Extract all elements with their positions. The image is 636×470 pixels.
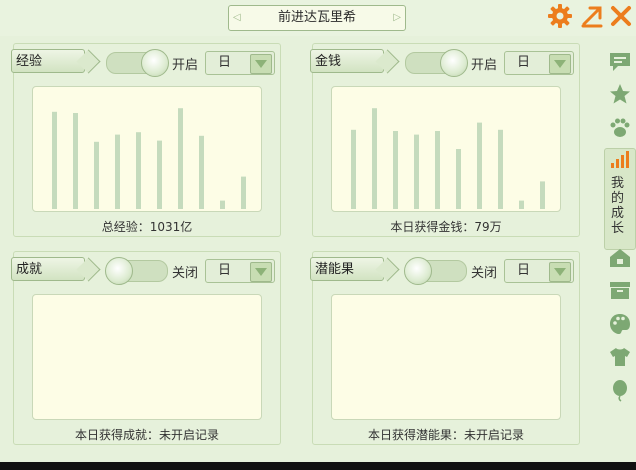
experience-card: 经验 开启 日 总经验：1031亿 <box>11 43 281 237</box>
money-toggle-label: 开启 <box>471 58 498 73</box>
achievement-period-select[interactable]: 日 <box>205 259 275 283</box>
chart-bar <box>351 129 356 209</box>
money-period-select[interactable]: 日 <box>504 51 574 75</box>
potential-fruit-toggle[interactable] <box>404 257 467 285</box>
potential-fruit-card: 潜能果 关闭 日 本日获得潜能果：未开启记录 <box>310 251 580 445</box>
chart-bar <box>73 113 78 209</box>
experience-toggle-label: 开启 <box>172 58 199 73</box>
chart-bar <box>519 200 524 209</box>
experience-period-select[interactable]: 日 <box>205 51 275 75</box>
chevron-down-icon[interactable] <box>250 262 272 282</box>
chart-bar <box>372 108 377 209</box>
potential-fruit-tag: 潜能果 <box>310 257 384 281</box>
money-chart <box>331 86 561 212</box>
potential-fruit-period-select[interactable]: 日 <box>504 259 574 283</box>
chart-bar <box>540 181 545 209</box>
chart-bar <box>157 140 162 209</box>
chart-bar <box>435 131 440 209</box>
palette-icon[interactable] <box>608 312 632 336</box>
achievement-chart <box>32 294 262 420</box>
chart-bar <box>136 132 141 209</box>
chart-bar <box>477 122 482 209</box>
paw-icon[interactable] <box>608 116 632 140</box>
signal-icon[interactable] <box>608 147 632 171</box>
star-icon[interactable] <box>608 82 632 106</box>
chart-bar <box>393 131 398 209</box>
select-value: 日 <box>517 263 531 278</box>
balloon-icon[interactable] <box>608 378 632 402</box>
experience-caption: 总经验：1031亿 <box>101 220 193 234</box>
chart-bar <box>220 200 225 209</box>
chart-bar <box>456 149 461 209</box>
toggle-knob[interactable] <box>105 257 133 285</box>
chart-bar <box>94 141 99 209</box>
experience-toggle[interactable] <box>106 49 169 77</box>
toggle-knob[interactable] <box>141 49 169 77</box>
potential-fruit-caption: 本日获得潜能果：未开启记录 <box>367 428 524 442</box>
money-tag: 金钱 <box>310 49 384 73</box>
toggle-knob[interactable] <box>404 257 432 285</box>
popout-icon[interactable] <box>579 3 605 29</box>
potential-fruit-chart <box>331 294 561 420</box>
chart-bar <box>498 129 503 209</box>
select-value: 日 <box>517 55 531 70</box>
chevron-down-icon[interactable] <box>250 54 272 74</box>
chevron-down-icon[interactable] <box>549 262 571 282</box>
message-icon[interactable] <box>608 50 632 74</box>
right-sidebar: 我的成长 <box>602 40 636 450</box>
experience-chart <box>32 86 262 212</box>
money-card: 金钱 开启 日 本日获得金钱：79万 <box>310 43 580 237</box>
achievement-card: 成就 关闭 日 本日获得成就：未开启记录 <box>11 251 281 445</box>
achievement-toggle-label: 关闭 <box>172 266 199 281</box>
experience-chart-svg <box>52 108 246 209</box>
bottom-strip <box>0 462 636 470</box>
chart-bar <box>241 176 246 209</box>
chart-bar <box>414 134 419 209</box>
title-right-ornament: ▷ <box>393 12 401 23</box>
toggle-knob[interactable] <box>440 49 468 77</box>
growth-window: ◁ 前进达瓦里希 ▷ 经验 开启 日 总经验：1031亿 金钱 开启 日 本日获… <box>0 0 636 470</box>
box-icon[interactable] <box>608 278 632 302</box>
money-chart-svg <box>351 108 545 209</box>
chevron-down-icon[interactable] <box>549 54 571 74</box>
achievement-tag: 成就 <box>11 257 85 281</box>
shirt-icon[interactable] <box>608 345 632 369</box>
money-toggle[interactable] <box>405 49 468 77</box>
select-value: 日 <box>218 263 232 278</box>
money-caption: 本日获得金钱：79万 <box>390 220 502 234</box>
sidebar-tab-label: 我的成长 <box>611 176 625 236</box>
potential-fruit-toggle-label: 关闭 <box>471 266 498 281</box>
window-title-plate: ◁ 前进达瓦里希 ▷ <box>228 5 406 31</box>
gear-icon[interactable] <box>547 3 573 29</box>
select-value: 日 <box>218 55 232 70</box>
chart-bar <box>115 134 120 209</box>
chart-bar <box>199 135 204 209</box>
achievement-caption: 本日获得成就：未开启记录 <box>74 428 219 442</box>
chart-bar <box>178 108 183 209</box>
window-title: 前进达瓦里希 <box>277 10 356 25</box>
title-left-ornament: ◁ <box>233 12 241 23</box>
house-icon[interactable] <box>608 246 632 270</box>
experience-tag: 经验 <box>11 49 85 73</box>
close-icon[interactable] <box>608 3 634 29</box>
achievement-toggle[interactable] <box>105 257 168 285</box>
title-bar: ◁ 前进达瓦里希 ▷ <box>0 0 636 36</box>
chart-bar <box>52 111 57 209</box>
